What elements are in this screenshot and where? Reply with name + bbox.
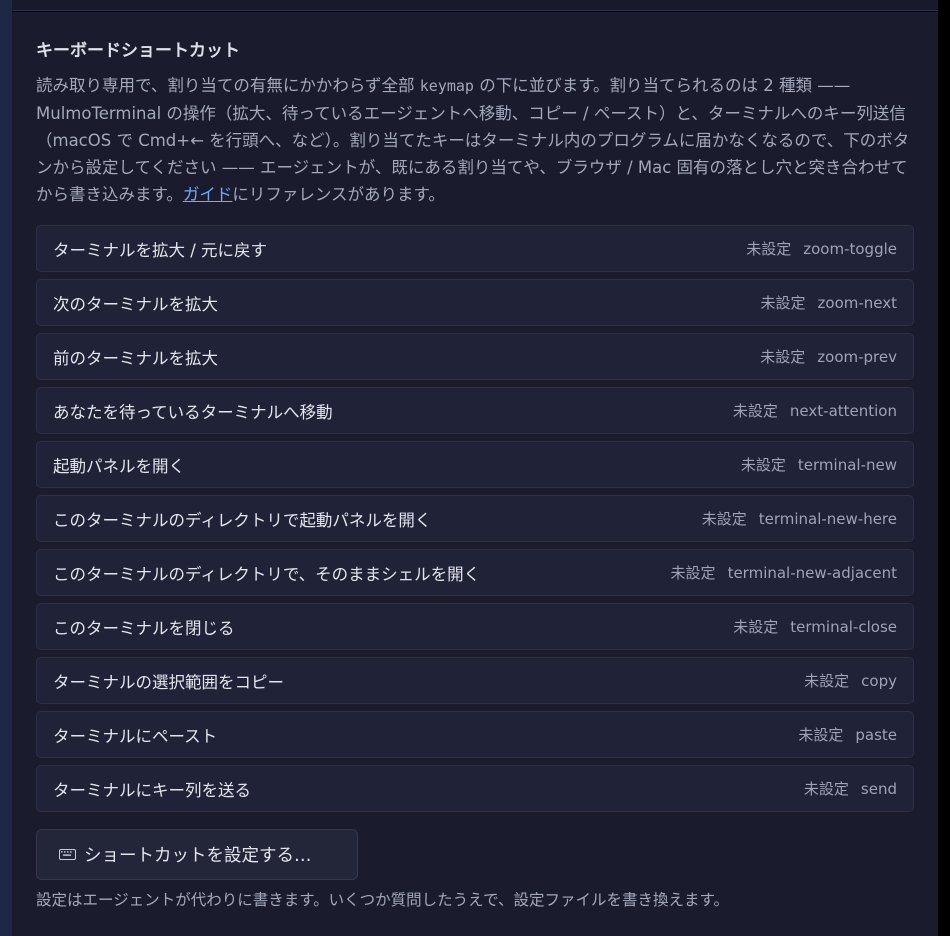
left-accent-strip bbox=[0, 0, 12, 936]
shortcut-id: zoom-next bbox=[817, 293, 897, 312]
shortcut-id: terminal-new bbox=[797, 455, 897, 474]
shortcut-status: 未設定 bbox=[733, 618, 779, 636]
description-text-1: 読み取り専用で、割り当ての有無にかかわらず全部 bbox=[36, 76, 420, 95]
shortcut-label: ターミナルにペースト bbox=[53, 726, 218, 746]
shortcut-label: 起動パネルを開く bbox=[53, 456, 185, 476]
top-divider-bar bbox=[12, 0, 938, 11]
shortcut-status: 未設定 bbox=[732, 402, 778, 420]
shortcut-row: あなたを待っているターミナルへ移動 未設定 next-attention bbox=[36, 387, 914, 434]
keymap-code: keymap bbox=[419, 77, 474, 95]
shortcut-status: 未設定 bbox=[670, 564, 716, 582]
shortcut-row: ターミナルにキー列を送る 未設定 send bbox=[36, 765, 914, 812]
shortcut-row: 前のターミナルを拡大 未設定 zoom-prev bbox=[36, 333, 914, 380]
shortcut-status: 未設定 bbox=[701, 510, 747, 528]
shortcut-label: 次のターミナルを拡大 bbox=[53, 294, 218, 314]
section-description: 読み取り専用で、割り当ての有無にかかわらず全部 keymap の下に並びます。割… bbox=[36, 72, 916, 208]
shortcut-id: terminal-close bbox=[790, 617, 897, 636]
shortcut-id: send bbox=[860, 779, 897, 798]
section-title: キーボードショートカット bbox=[36, 41, 240, 61]
shortcut-label: あなたを待っているターミナルへ移動 bbox=[53, 402, 333, 422]
shortcut-label: このターミナルのディレクトリで、そのままシェルを開く bbox=[53, 564, 481, 584]
shortcut-status: 未設定 bbox=[740, 456, 786, 474]
shortcut-row: ターミナルを拡大 / 元に戻す 未設定 zoom-toggle bbox=[36, 225, 914, 272]
shortcut-row: このターミナルのディレクトリで起動パネルを開く 未設定 terminal-new… bbox=[36, 495, 914, 542]
shortcut-label: このターミナルのディレクトリで起動パネルを開く bbox=[53, 510, 432, 530]
shortcut-label: ターミナルの選択範囲をコピー bbox=[53, 672, 284, 692]
shortcut-row: ターミナルの選択範囲をコピー 未設定 copy bbox=[36, 657, 914, 704]
shortcut-id: zoom-toggle bbox=[803, 239, 897, 258]
shortcut-label: このターミナルを閉じる bbox=[53, 618, 235, 638]
shortcut-id: next-attention bbox=[789, 401, 897, 420]
configure-shortcuts-label: ショートカットを設定する… bbox=[84, 846, 312, 866]
shortcut-row: このターミナルのディレクトリで、そのままシェルを開く 未設定 terminal-… bbox=[36, 549, 914, 596]
shortcut-label: 前のターミナルを拡大 bbox=[53, 348, 218, 368]
shortcut-row: 起動パネルを開く 未設定 terminal-new bbox=[36, 441, 914, 488]
shortcut-label: ターミナルを拡大 / 元に戻す bbox=[53, 240, 268, 260]
shortcut-id: terminal-new-here bbox=[758, 509, 897, 528]
shortcut-status: 未設定 bbox=[803, 780, 849, 798]
description-text-2: の下に並びます。割り当てられるのは 2 種類 —— MulmoTerminal … bbox=[36, 76, 910, 204]
shortcut-id: terminal-new-adjacent bbox=[727, 563, 897, 582]
shortcut-row: 次のターミナルを拡大 未設定 zoom-next bbox=[36, 279, 914, 326]
settings-panel: キーボードショートカット 読み取り専用で、割り当ての有無にかかわらず全部 key… bbox=[12, 12, 938, 936]
shortcut-status: 未設定 bbox=[804, 672, 850, 690]
footer-note: 設定はエージェントが代わりに書きます。いくつか質問したうえで、設定ファイルを書き… bbox=[36, 891, 730, 909]
keyboard-icon bbox=[59, 849, 76, 860]
description-text-3: にリファレンスがあります。 bbox=[232, 185, 445, 204]
shortcut-status: 未設定 bbox=[798, 726, 844, 744]
right-edge bbox=[938, 0, 950, 936]
shortcut-list: ターミナルを拡大 / 元に戻す 未設定 zoom-toggle 次のターミナルを… bbox=[36, 225, 914, 819]
app-window: キーボードショートカット 読み取り専用で、割り当ての有無にかかわらず全部 key… bbox=[0, 0, 950, 936]
shortcut-id: copy bbox=[861, 671, 897, 690]
shortcut-status: 未設定 bbox=[746, 240, 792, 258]
shortcut-status: 未設定 bbox=[760, 348, 806, 366]
configure-shortcuts-button[interactable]: ショートカットを設定する… bbox=[36, 829, 358, 880]
shortcut-id: paste bbox=[855, 725, 897, 744]
shortcut-row: ターミナルにペースト 未設定 paste bbox=[36, 711, 914, 758]
guide-link[interactable]: ガイド bbox=[183, 185, 233, 204]
shortcut-id: zoom-prev bbox=[817, 347, 897, 366]
shortcut-row: このターミナルを閉じる 未設定 terminal-close bbox=[36, 603, 914, 650]
shortcut-status: 未設定 bbox=[760, 294, 806, 312]
shortcut-label: ターミナルにキー列を送る bbox=[53, 780, 251, 800]
